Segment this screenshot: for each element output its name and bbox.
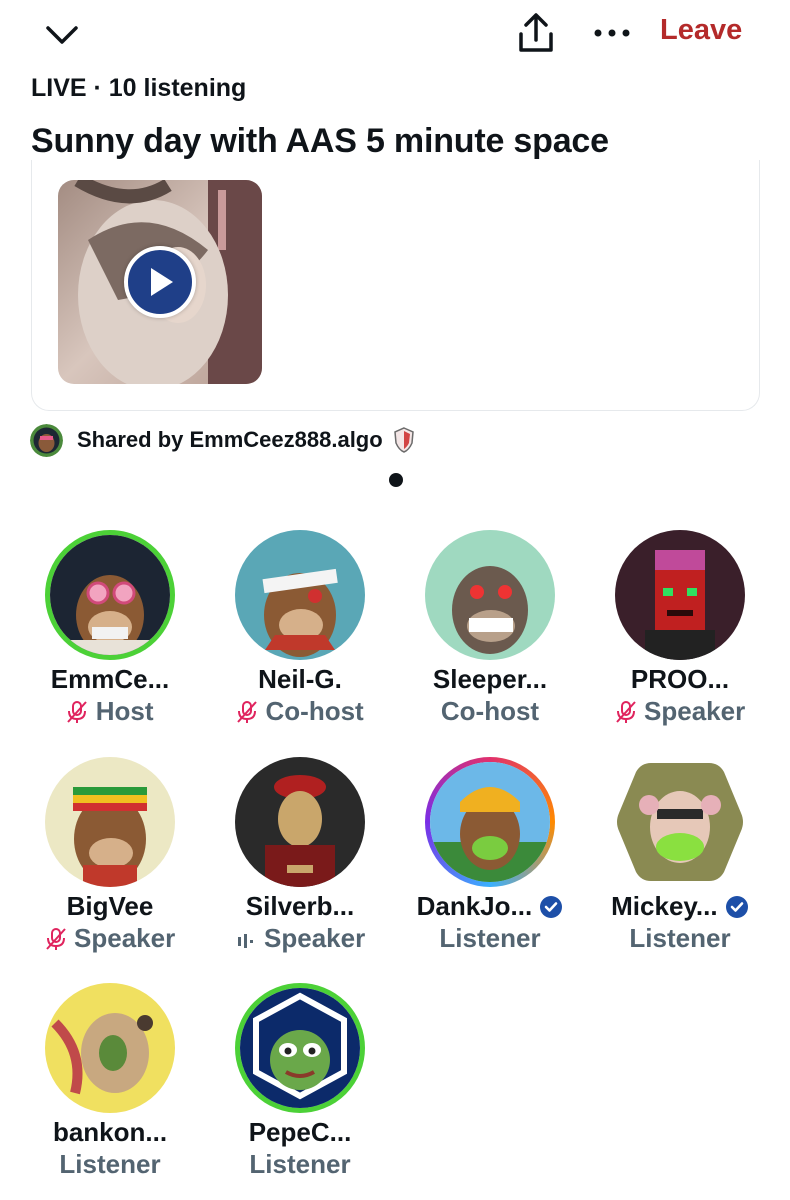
participant-role: Co-host	[440, 696, 540, 726]
participant-role: Co-host	[205, 696, 395, 727]
participant-name: PROO...	[630, 664, 730, 694]
avatar	[45, 757, 175, 887]
participant-role: Listener	[59, 1149, 161, 1179]
sharer-avatar	[30, 423, 63, 457]
verified-badge-icon	[540, 896, 563, 918]
avatar	[425, 757, 555, 887]
avatar	[617, 763, 743, 881]
participant-role: Speaker	[585, 696, 775, 727]
mic-muted-icon	[237, 701, 258, 723]
avatar	[235, 530, 365, 660]
avatar	[45, 530, 175, 660]
participant-tile[interactable]: Silverb... Speaker	[205, 757, 395, 957]
participant-name: Sleeper...	[432, 664, 548, 694]
participant-role: Speaker	[15, 923, 205, 954]
participant-role: Speaker	[205, 923, 395, 954]
participant-tile[interactable]: PROO... Speaker	[585, 530, 775, 730]
avatar	[425, 530, 555, 660]
verified-badge-icon	[725, 896, 748, 918]
shield-badge-icon	[393, 427, 414, 453]
shared-by-row[interactable]: Shared by EmmCeez888.algo	[30, 423, 415, 457]
participant-role: Host	[15, 696, 205, 727]
participant-role: Listener	[249, 1149, 351, 1179]
avatar	[235, 983, 365, 1113]
participant-role: Listener	[439, 923, 541, 953]
play-icon[interactable]	[124, 246, 196, 318]
mic-muted-icon	[616, 701, 636, 723]
participant-name: Silverb...	[245, 891, 355, 921]
live-status: LIVE · 10 listening	[31, 74, 247, 102]
page-indicator-dot	[389, 473, 403, 487]
participant-name: PepeC...	[248, 1117, 352, 1147]
space-sheet: Leave LIVE · 10 listening Sunny day with…	[0, 0, 790, 1200]
participant-name: BigVee	[66, 891, 154, 921]
participant-tile[interactable]: BigVee Speaker	[15, 757, 205, 957]
participant-tile[interactable]: Sleeper... Co-host	[395, 530, 585, 730]
participant-name: bankon...	[52, 1117, 168, 1147]
participant-name: EmmCe...	[50, 664, 170, 694]
avatar	[235, 757, 365, 887]
participant-name: Neil-G.	[258, 664, 342, 694]
mic-muted-icon	[46, 928, 66, 950]
mic-muted-icon	[67, 701, 88, 723]
participant-tile[interactable]: PepeC... Listener	[205, 983, 395, 1183]
participant-tile[interactable]: bankon... Listener	[15, 983, 205, 1183]
share-icon[interactable]	[512, 10, 560, 56]
participant-name: DankJo...	[395, 891, 585, 922]
participant-tile[interactable]: DankJo... Listener	[395, 757, 585, 957]
leave-button[interactable]: Leave	[660, 14, 742, 47]
more-icon[interactable]	[588, 16, 636, 50]
participant-name: Mickey...	[585, 891, 775, 922]
participant-tile[interactable]: Mickey... Listener	[585, 757, 775, 957]
participant-role: Listener	[629, 923, 731, 953]
avatar	[615, 530, 745, 660]
participant-tile[interactable]: Neil-G. Co-host	[205, 530, 395, 730]
space-title: Sunny day with AAS 5 minute space	[31, 122, 609, 160]
avatar	[45, 983, 175, 1113]
speaking-indicator-icon	[237, 934, 253, 948]
shared-by-text: Shared by EmmCeez888.algo	[77, 427, 383, 452]
participant-tile[interactable]: EmmCe... Host	[15, 530, 205, 730]
top-bar: Leave	[0, 0, 790, 70]
chevron-down-icon[interactable]	[40, 14, 84, 54]
